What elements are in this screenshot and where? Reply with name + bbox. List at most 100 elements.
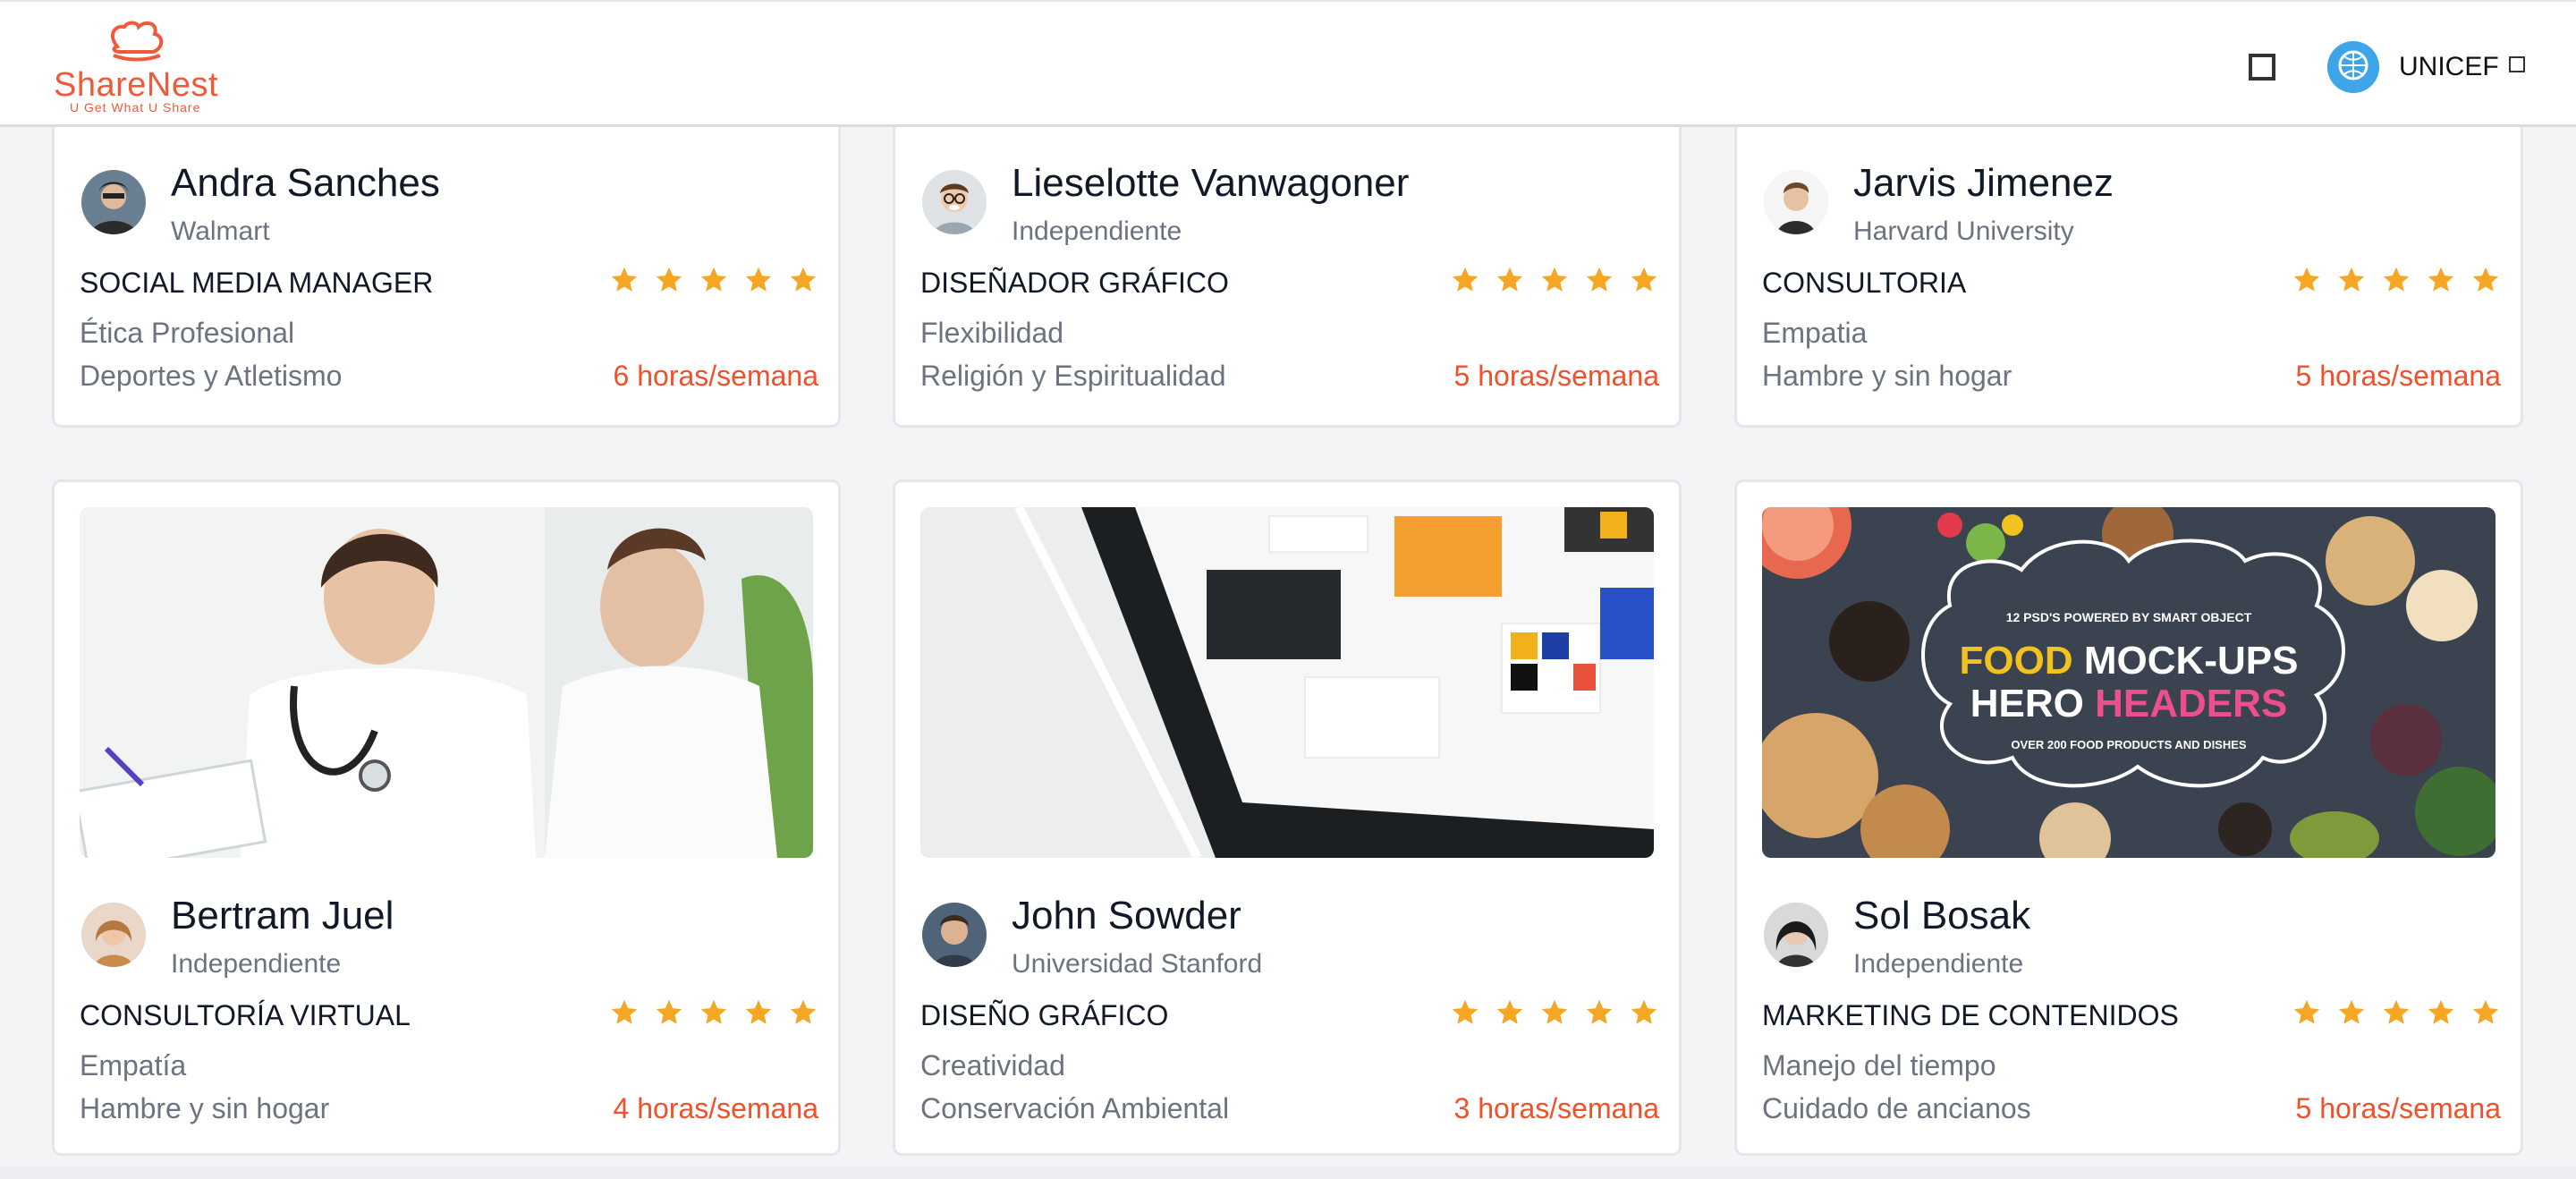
banner-top-text: 12 PSD'S POWERED BY SMART OBJECT <box>2006 610 2252 624</box>
cause: Conservación Ambiental <box>920 1092 1230 1124</box>
svg-text:FOOD MOCK-UPS: FOOD MOCK-UPS <box>1960 639 2299 683</box>
skill: Flexibilidad <box>920 317 1064 349</box>
hours-per-week: 5 horas/semana <box>1453 360 1659 392</box>
star-icon <box>2383 999 2410 1024</box>
star-icon <box>700 999 727 1024</box>
avatar <box>922 170 987 234</box>
cause: Deportes y Atletismo <box>80 360 343 392</box>
unicef-globe-icon <box>2327 41 2379 93</box>
star-icon <box>1586 267 1613 292</box>
star-icon <box>1452 267 1479 292</box>
avatar <box>1764 170 1828 234</box>
rating-stars <box>609 265 818 295</box>
rating-stars <box>2292 265 2501 295</box>
volunteer-role: SOCIAL MEDIA MANAGER <box>80 267 434 299</box>
star-icon <box>1541 267 1568 292</box>
volunteer-role: CONSULTORÍA VIRTUAL <box>80 999 411 1031</box>
star-icon <box>2472 999 2499 1024</box>
card-info: John Sowder Universidad Stanford DISEÑO … <box>920 894 1659 1162</box>
star-icon <box>745 999 772 1024</box>
person-organization: Universidad Stanford <box>1012 949 1263 979</box>
org-name[interactable]: UNICEF <box>2399 52 2499 82</box>
person-name[interactable]: Lieselotte Vanwagoner <box>1012 161 1409 206</box>
rating-stars <box>2292 997 2501 1028</box>
volunteer-card[interactable]: Lieselotte Vanwagoner Independiente DISE… <box>893 107 1682 428</box>
star-icon <box>2472 267 2499 292</box>
volunteer-card[interactable]: 12 PSD'S POWERED BY SMART OBJECT FOOD MO… <box>1734 479 2523 1156</box>
volunteer-card[interactable]: Andra Sanches Walmart SOCIAL MEDIA MANAG… <box>52 107 841 428</box>
star-icon <box>2338 267 2365 292</box>
skill: Empatía <box>80 1049 187 1081</box>
volunteer-card[interactable]: Jarvis Jimenez Harvard University CONSUL… <box>1734 107 2523 428</box>
banner-food-text: FOOD <box>1960 639 2073 683</box>
card-image-tablet[interactable] <box>920 507 1654 858</box>
person-name[interactable]: John Sowder <box>1012 894 1241 938</box>
volunteer-role: CONSULTORIA <box>1762 267 1967 299</box>
star-icon <box>1496 999 1523 1024</box>
star-icon <box>790 267 817 292</box>
person-name[interactable]: Sol Bosak <box>1853 894 2030 938</box>
hours-per-week: 5 horas/semana <box>2295 360 2501 392</box>
rating-stars <box>1450 265 1659 295</box>
org-menu-toggle[interactable] <box>2509 56 2525 72</box>
card-info: Bertram Juel Independiente CONSULTORÍA V… <box>80 894 818 1162</box>
svg-text:HERO HEADERS: HERO HEADERS <box>1970 682 2288 725</box>
person-organization: Independiente <box>171 949 342 979</box>
org-avatar[interactable] <box>2327 41 2379 93</box>
hours-per-week: 5 horas/semana <box>2295 1092 2501 1124</box>
hours-per-week: 3 horas/semana <box>1453 1092 1659 1124</box>
hours-per-week: 6 horas/semana <box>613 360 818 392</box>
banner-hero-text: HERO <box>1970 682 2084 725</box>
star-icon <box>1631 267 1657 292</box>
avatar <box>81 903 146 967</box>
star-icon <box>2428 267 2454 292</box>
card-info: Jarvis Jimenez Harvard University CONSUL… <box>1762 161 2501 429</box>
rating-stars <box>609 997 818 1028</box>
person-organization: Independiente <box>1012 216 1182 246</box>
banner-mockups-text: MOCK-UPS <box>2084 639 2299 683</box>
volunteer-card[interactable]: John Sowder Universidad Stanford DISEÑO … <box>893 479 1682 1156</box>
card-image-doctor[interactable] <box>80 507 813 858</box>
star-icon <box>790 999 817 1024</box>
cause: Religión y Espiritualidad <box>920 360 1226 392</box>
person-name[interactable]: Andra Sanches <box>171 161 440 206</box>
star-icon <box>2338 999 2365 1024</box>
star-icon <box>2293 267 2320 292</box>
card-info: Lieselotte Vanwagoner Independiente DISE… <box>920 161 1659 429</box>
person-organization: Harvard University <box>1853 216 2074 246</box>
cause: Cuidado de ancianos <box>1762 1092 2031 1124</box>
avatar <box>81 170 146 234</box>
top-header: ShareNest U Get What U Share UNICEF <box>0 0 2576 127</box>
star-icon <box>2383 267 2410 292</box>
star-icon <box>1631 999 1657 1024</box>
volunteer-role: MARKETING DE CONTENIDOS <box>1762 999 2179 1031</box>
volunteer-role: DISEÑO GRÁFICO <box>920 999 1169 1031</box>
person-name[interactable]: Bertram Juel <box>171 894 394 938</box>
skill: Empatia <box>1762 317 1868 349</box>
star-icon <box>1541 999 1568 1024</box>
person-organization: Independiente <box>1853 949 2024 979</box>
cause: Hambre y sin hogar <box>80 1092 330 1124</box>
nest-logo-icon <box>110 21 164 62</box>
card-info: Andra Sanches Walmart SOCIAL MEDIA MANAG… <box>80 161 818 429</box>
volunteer-card[interactable]: Bertram Juel Independiente CONSULTORÍA V… <box>52 479 841 1156</box>
person-name[interactable]: Jarvis Jimenez <box>1853 161 2114 206</box>
card-info: Sol Bosak Independiente MARKETING DE CON… <box>1762 894 2501 1162</box>
star-icon <box>656 999 682 1024</box>
star-icon <box>2293 999 2320 1024</box>
skill: Creatividad <box>920 1049 1065 1081</box>
hours-per-week: 4 horas/semana <box>613 1092 818 1124</box>
page-bottom-edge <box>0 1166 2576 1179</box>
cause: Hambre y sin hogar <box>1762 360 2012 392</box>
rating-stars <box>1450 997 1659 1028</box>
notifications-button[interactable] <box>2249 54 2275 81</box>
sharenest-logo[interactable]: ShareNest U Get What U Share <box>52 20 222 118</box>
card-image-food-banner[interactable]: 12 PSD'S POWERED BY SMART OBJECT FOOD MO… <box>1762 507 2496 858</box>
skill: Manejo del tiempo <box>1762 1049 1996 1081</box>
banner-headers-text: HEADERS <box>2095 682 2287 725</box>
star-icon <box>700 267 727 292</box>
star-icon <box>611 999 638 1024</box>
star-icon <box>1452 999 1479 1024</box>
star-icon <box>2428 999 2454 1024</box>
logo-name: ShareNest <box>54 66 219 104</box>
